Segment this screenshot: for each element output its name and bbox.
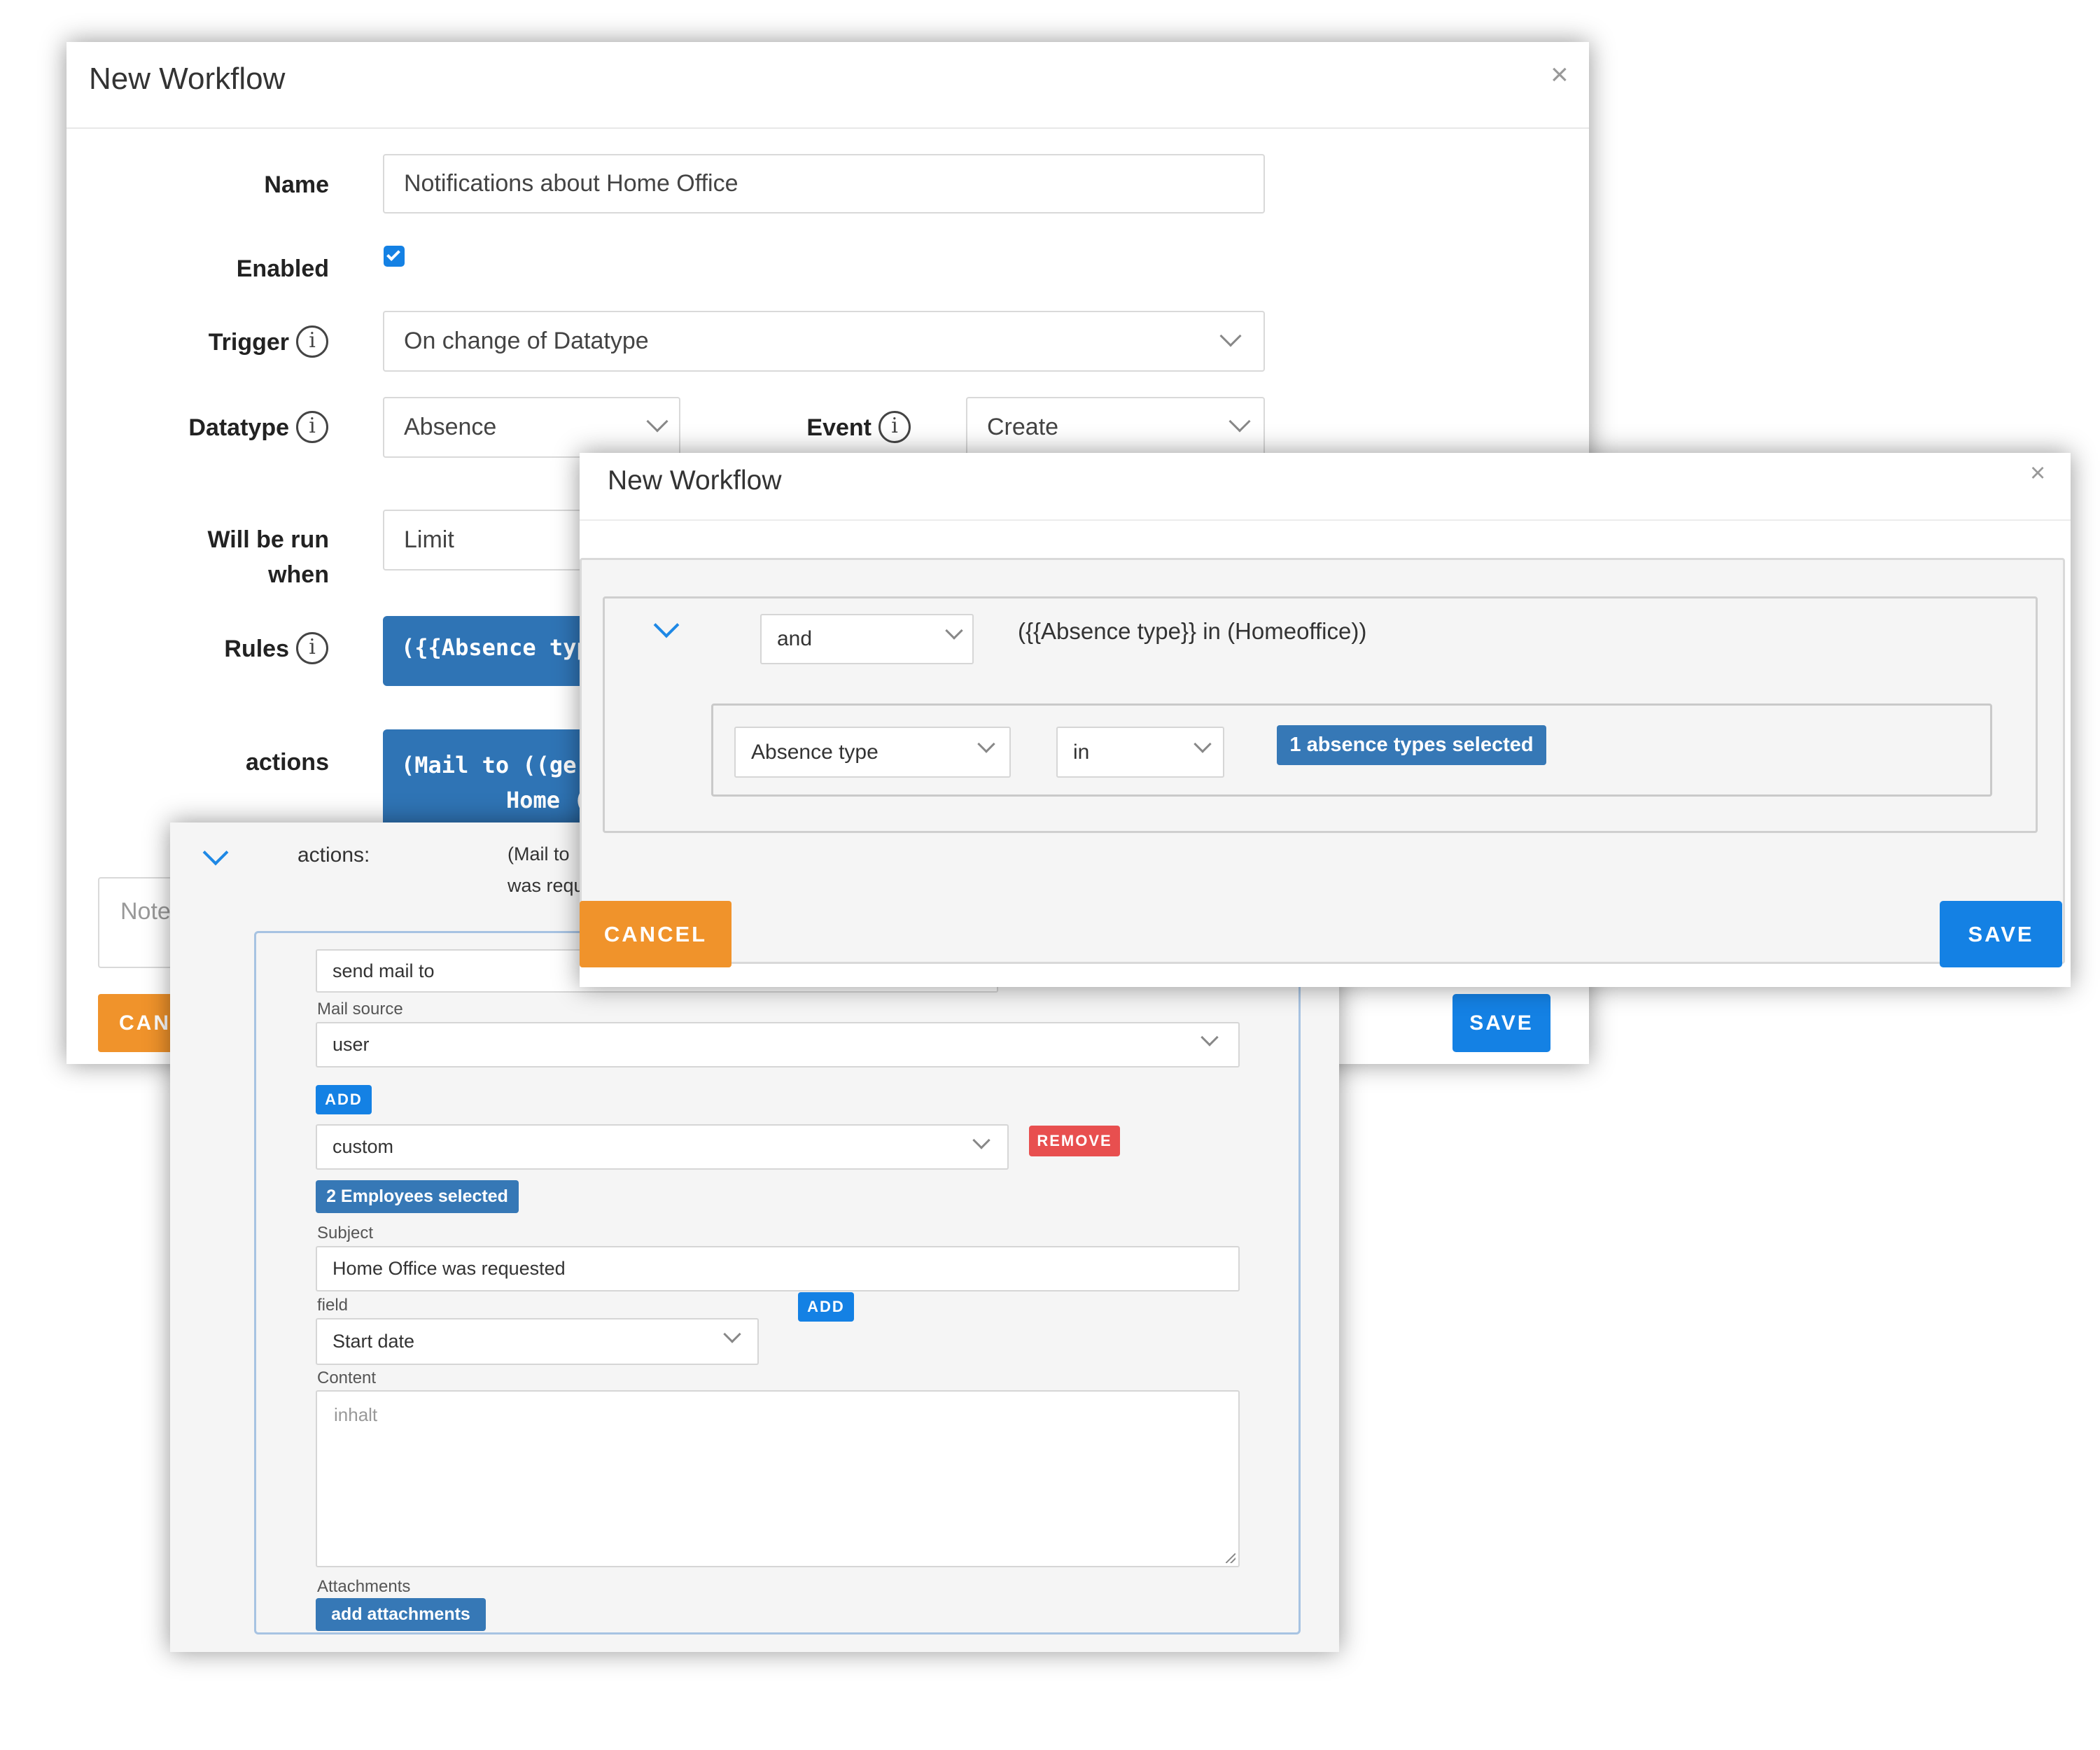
content-placeholder: inhalt bbox=[334, 1404, 378, 1425]
rule-summary: ({{Absence type}} in (Homeoffice)) bbox=[1018, 618, 1367, 644]
absence-types-selected-tag[interactable]: 1 absence types selected bbox=[1277, 725, 1546, 765]
trigger-select[interactable]: On change of Datatype bbox=[383, 311, 1265, 372]
add-field-button[interactable]: ADD bbox=[798, 1292, 854, 1322]
dialog-title: New Workflow bbox=[89, 62, 286, 96]
datatype-select[interactable]: Absence bbox=[383, 397, 680, 458]
operator-select[interactable]: and bbox=[760, 614, 974, 664]
close-icon[interactable]: × bbox=[2030, 458, 2045, 489]
datatype-label: Datatype bbox=[188, 414, 289, 441]
condition-operator-select[interactable]: in bbox=[1056, 727, 1224, 778]
condition-row: Absence type in 1 absence types selected bbox=[711, 704, 1992, 797]
checkbox-icon bbox=[386, 247, 400, 261]
attachments-label: Attachments bbox=[317, 1577, 411, 1596]
save-button[interactable]: SAVE bbox=[1940, 901, 2062, 967]
add-attachments-button[interactable]: add attachments bbox=[316, 1598, 486, 1631]
info-icon[interactable]: i bbox=[296, 632, 328, 664]
field-label: field bbox=[317, 1296, 349, 1315]
enabled-checkbox[interactable] bbox=[384, 246, 405, 267]
info-icon[interactable]: i bbox=[878, 411, 911, 443]
event-label: Event bbox=[806, 414, 872, 441]
employees-selected-tag[interactable]: 2 Employees selected bbox=[316, 1180, 519, 1213]
header-divider bbox=[580, 519, 2071, 521]
note-placeholder: Note bbox=[120, 898, 171, 925]
close-icon[interactable]: × bbox=[1550, 57, 1569, 92]
save-button[interactable]: SAVE bbox=[1452, 994, 1550, 1052]
name-label: Name bbox=[264, 172, 329, 198]
enabled-label: Enabled bbox=[236, 255, 329, 282]
content-textarea[interactable]: inhalt bbox=[316, 1390, 1240, 1567]
rule-group: and ({{Absence type}} in (Homeoffice)) A… bbox=[603, 596, 2038, 833]
event-select[interactable]: Create bbox=[966, 397, 1265, 458]
chevron-down-icon[interactable] bbox=[202, 839, 229, 866]
name-input[interactable]: Notifications about Home Office bbox=[383, 154, 1265, 214]
rules-pill-text: ({{Absence typ bbox=[401, 634, 590, 661]
resize-handle-icon[interactable] bbox=[1226, 1553, 1236, 1563]
field-select[interactable]: Start date bbox=[316, 1318, 759, 1365]
remove-button[interactable]: REMOVE bbox=[1029, 1126, 1120, 1156]
info-icon[interactable]: i bbox=[296, 411, 328, 443]
condition-field-select[interactable]: Absence type bbox=[734, 727, 1011, 778]
header-divider bbox=[66, 127, 1589, 129]
subject-input[interactable]: Home Office was requested bbox=[316, 1246, 1240, 1292]
info-icon[interactable]: i bbox=[296, 326, 328, 358]
actions-header-label: actions: bbox=[298, 844, 370, 867]
mail-source-label: Mail source bbox=[317, 1000, 403, 1018]
mail-action-card: send mail to Mail source user ADD custom… bbox=[254, 931, 1301, 1634]
add-recipient-button[interactable]: ADD bbox=[316, 1085, 372, 1114]
actions-label: actions bbox=[245, 749, 329, 776]
rules-container: and ({{Absence type}} in (Homeoffice)) A… bbox=[580, 558, 2065, 964]
when-label: when bbox=[268, 561, 329, 588]
subject-label: Subject bbox=[317, 1224, 374, 1242]
rules-workflow-dialog: New Workflow × and ({{Absence type}} in … bbox=[580, 453, 2071, 987]
actions-summary-line1: (Mail to bbox=[507, 844, 570, 864]
will-be-run-label: Will be run bbox=[207, 526, 329, 553]
actions-summary-line2: was requ bbox=[507, 875, 584, 896]
trigger-label: Trigger bbox=[208, 329, 289, 356]
mail-source-select[interactable]: user bbox=[316, 1022, 1240, 1068]
dialog-title: New Workflow bbox=[608, 465, 782, 496]
content-label: Content bbox=[317, 1368, 377, 1387]
chevron-down-icon[interactable] bbox=[653, 612, 680, 638]
rules-label: Rules bbox=[224, 636, 289, 662]
cancel-button[interactable]: CANCEL bbox=[580, 901, 732, 967]
custom-select[interactable]: custom bbox=[316, 1124, 1009, 1170]
